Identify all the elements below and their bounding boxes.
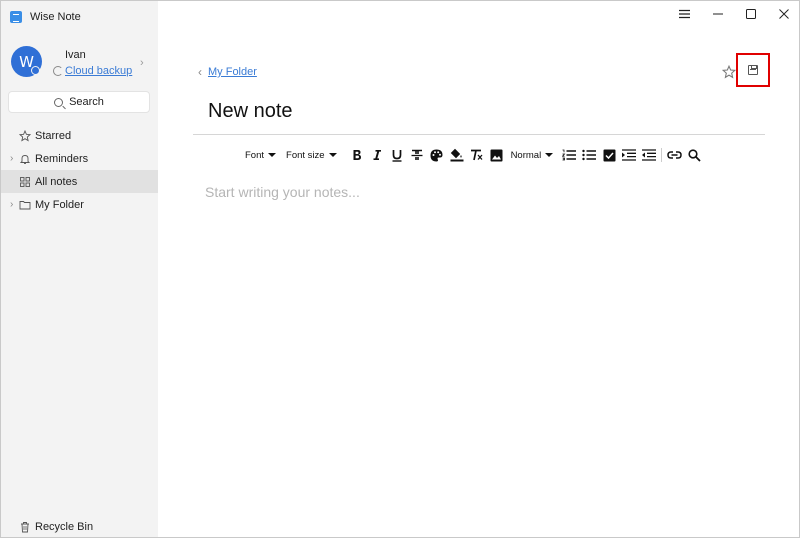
avatar-badge xyxy=(31,66,40,75)
paragraph-style-label: Normal xyxy=(510,149,542,161)
search-label: Search xyxy=(69,96,104,108)
caret-down-icon xyxy=(545,153,554,157)
folder-icon xyxy=(19,199,31,211)
breadcrumb: ‹ My Folder xyxy=(198,65,257,79)
font-size-dropdown-label: Font size xyxy=(286,149,325,161)
profile-card[interactable]: W Ivan Cloud backup › xyxy=(11,46,151,80)
save-button[interactable] xyxy=(736,53,770,87)
checkbox-icon[interactable] xyxy=(599,145,619,165)
font-dropdown[interactable]: Font xyxy=(245,149,277,161)
paragraph-style-dropdown[interactable]: Normal xyxy=(511,150,554,161)
strikethrough-icon[interactable] xyxy=(407,145,427,165)
title-divider xyxy=(193,134,765,135)
app-title-bar: Wise Note xyxy=(10,10,81,24)
fill-color-icon[interactable] xyxy=(447,145,467,165)
app-window: Wise Note W Ivan Cloud backup › Search S… xyxy=(0,0,800,538)
sidebar-item-starred[interactable]: Starred xyxy=(1,124,158,147)
menu-icon[interactable] xyxy=(674,5,694,23)
indent-icon[interactable] xyxy=(619,145,639,165)
outdent-icon[interactable] xyxy=(639,145,659,165)
bell-icon xyxy=(19,153,31,165)
font-size-dropdown[interactable]: Font size xyxy=(286,150,337,161)
link-icon[interactable] xyxy=(664,145,684,165)
star-button[interactable] xyxy=(721,64,737,81)
recycle-bin-label: Recycle Bin xyxy=(35,521,94,533)
palette-icon[interactable] xyxy=(427,145,447,165)
app-title: Wise Note xyxy=(30,11,81,23)
numbered-list-icon[interactable] xyxy=(559,145,579,165)
find-icon[interactable] xyxy=(684,145,704,165)
caret-down-icon xyxy=(268,153,277,157)
grid-icon xyxy=(19,176,31,188)
clear-format-icon[interactable] xyxy=(467,145,487,165)
chevron-right-icon[interactable]: › xyxy=(10,199,13,210)
sync-icon xyxy=(53,66,63,76)
maximize-icon[interactable] xyxy=(741,5,761,23)
close-icon[interactable] xyxy=(774,5,794,23)
image-icon[interactable] xyxy=(487,145,507,165)
save-icon xyxy=(748,65,758,75)
chevron-right-icon[interactable]: › xyxy=(10,153,13,164)
app-logo-icon xyxy=(10,11,22,23)
toolbar-divider xyxy=(661,148,663,162)
sidebar-item-label: Reminders xyxy=(35,152,89,165)
star-icon xyxy=(721,64,737,79)
minimize-icon[interactable] xyxy=(708,5,728,23)
sidebar: Wise Note W Ivan Cloud backup › Search S… xyxy=(1,1,158,537)
search-icon xyxy=(54,97,64,107)
sidebar-item-all-notes[interactable]: All notes xyxy=(1,170,158,193)
sidebar-item-my-folder[interactable]: › My Folder xyxy=(1,193,158,216)
trash-icon xyxy=(19,521,31,533)
sidebar-item-label: Starred xyxy=(35,129,72,142)
chevron-left-icon[interactable]: ‹ xyxy=(198,65,202,79)
cloud-backup-link[interactable]: Cloud backup xyxy=(65,65,132,77)
user-name: Ivan xyxy=(65,49,86,61)
note-title[interactable]: New note xyxy=(208,100,293,123)
italic-icon[interactable] xyxy=(367,145,387,165)
sidebar-item-label: All notes xyxy=(35,175,78,188)
formatting-toolbar: Font Font size Normal xyxy=(245,145,704,165)
chevron-right-icon[interactable]: › xyxy=(140,57,144,69)
bullet-list-icon[interactable] xyxy=(579,145,599,165)
underline-icon[interactable] xyxy=(387,145,407,165)
star-icon xyxy=(19,129,31,142)
sidebar-item-reminders[interactable]: › Reminders xyxy=(1,147,158,170)
sidebar-item-label: My Folder xyxy=(35,198,84,211)
sidebar-item-recycle-bin[interactable]: Recycle Bin xyxy=(1,516,158,538)
sidebar-nav: Starred › Reminders All notes › My Folde… xyxy=(1,124,158,216)
search-button[interactable]: Search xyxy=(8,91,150,113)
font-dropdown-label: Font xyxy=(245,149,265,161)
caret-down-icon xyxy=(328,153,337,157)
breadcrumb-folder-link[interactable]: My Folder xyxy=(208,66,257,78)
bold-icon[interactable] xyxy=(347,145,367,165)
note-editor-placeholder[interactable]: Start writing your notes... xyxy=(205,184,360,200)
